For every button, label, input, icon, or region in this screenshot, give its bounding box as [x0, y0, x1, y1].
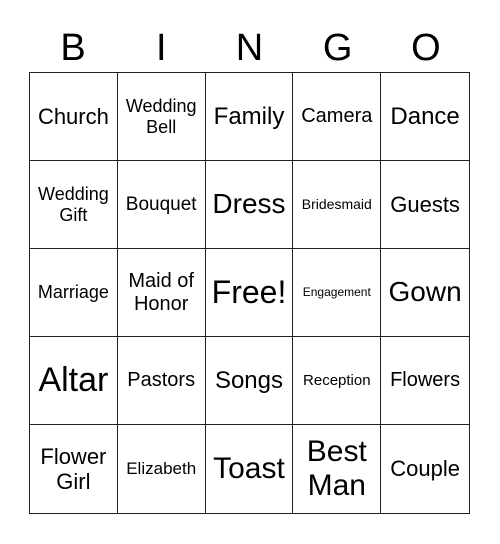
cell-label: Camera: [301, 105, 373, 127]
bingo-cell[interactable]: Toast: [206, 425, 294, 513]
cell-label: Toast: [213, 451, 285, 485]
bingo-cell[interactable]: Flower Girl: [30, 425, 118, 513]
cell-label: Pastors: [127, 369, 196, 391]
cell-label: Free!: [211, 274, 287, 311]
bingo-cell[interactable]: Church: [30, 73, 118, 161]
bingo-cell[interactable]: Reception: [293, 337, 382, 425]
cell-label: Songs: [214, 366, 284, 394]
cell-label: Flowers: [390, 369, 461, 391]
bingo-cell[interactable]: Elizabeth: [118, 425, 206, 513]
bingo-cell[interactable]: Songs: [205, 337, 294, 425]
bingo-cell[interactable]: Maid of Honor: [117, 249, 206, 337]
cell-label: Elizabeth: [126, 459, 197, 479]
bingo-cell[interactable]: Engagement: [293, 249, 382, 337]
cell-label: Reception: [303, 371, 371, 389]
cell-label: Gown: [388, 276, 462, 308]
bingo-cell[interactable]: Dress: [205, 161, 294, 249]
bingo-cell[interactable]: Gown: [381, 249, 469, 337]
bingo-cell[interactable]: Dance: [381, 73, 469, 161]
cell-label: Guests: [390, 191, 460, 217]
cell-label: Bridesmaid: [301, 196, 372, 213]
cell-label: Maid of Honor: [128, 269, 194, 315]
header-letter-n: N: [235, 27, 264, 69]
bingo-cell[interactable]: Guests: [381, 161, 469, 249]
cell-label: Best Man: [306, 434, 367, 503]
bingo-cell[interactable]: Pastors: [117, 337, 206, 425]
bingo-cell[interactable]: Flowers: [381, 337, 469, 425]
cell-label: Engagement: [302, 284, 371, 299]
bingo-cell[interactable]: Couple: [381, 425, 469, 513]
bingo-cell[interactable]: Marriage: [30, 249, 118, 337]
cell-label: Dress: [212, 188, 286, 220]
header-letter-o: O: [411, 27, 441, 69]
header-letter-g: G: [322, 27, 353, 69]
bingo-cell[interactable]: Best Man: [293, 425, 382, 513]
bingo-header: B I N G O: [29, 24, 470, 72]
bingo-grid: Church Wedding Bell Family Camera Dance Weddi…: [29, 72, 470, 514]
cell-label: Bouquet: [125, 193, 197, 215]
bingo-cell[interactable]: Family: [205, 73, 294, 161]
bingo-cell[interactable]: Camera: [293, 73, 382, 161]
header-letter-b: B: [60, 27, 86, 69]
header-letter-i: I: [156, 27, 167, 69]
bingo-cell[interactable]: Bouquet: [117, 161, 206, 249]
cell-label: Wedding Gift: [38, 183, 109, 225]
cell-label: Altar: [38, 360, 109, 399]
cell-label: Wedding Bell: [125, 95, 197, 137]
cell-label: Marriage: [37, 282, 109, 303]
cell-label: Church: [37, 103, 109, 129]
cell-label: Flower Girl: [40, 443, 107, 494]
bingo-cell[interactable]: Altar: [30, 337, 118, 425]
cell-label: Dance: [390, 102, 460, 130]
cell-label: Family: [213, 102, 285, 130]
bingo-cell[interactable]: Wedding Bell: [117, 73, 206, 161]
bingo-cell[interactable]: Bridesmaid: [293, 161, 382, 249]
bingo-cell[interactable]: Free!: [205, 249, 294, 337]
bingo-cell[interactable]: Wedding Gift: [30, 161, 118, 249]
cell-label: Couple: [390, 456, 460, 482]
